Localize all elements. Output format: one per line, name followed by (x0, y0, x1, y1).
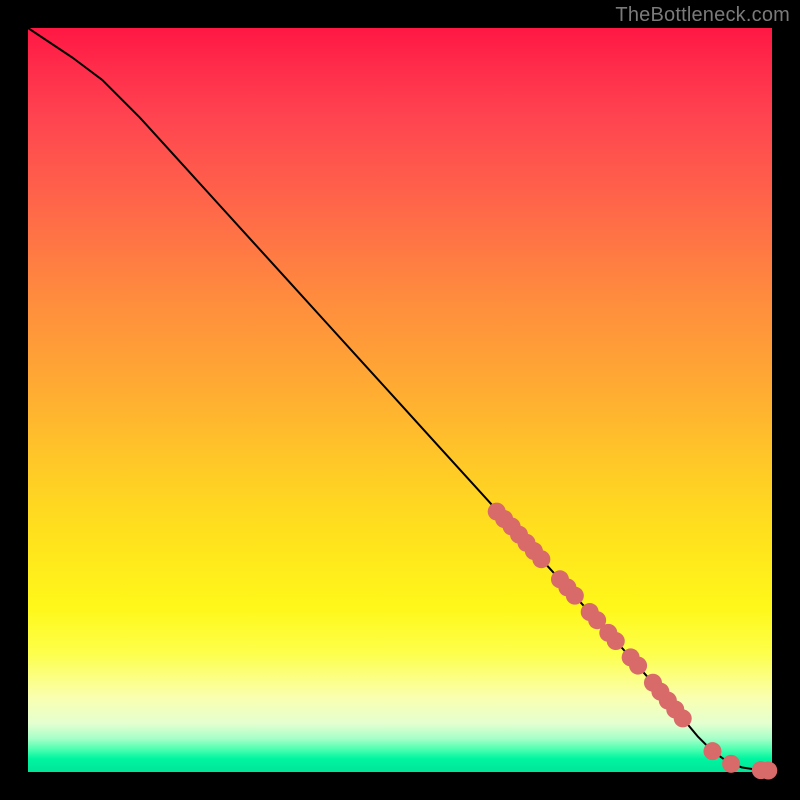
bottleneck-curve (28, 28, 772, 771)
curve-marker (566, 587, 584, 605)
curve-marker (532, 550, 550, 568)
curve-marker (703, 742, 721, 760)
curve-marker (759, 762, 777, 780)
curve-marker (722, 755, 740, 773)
curve-marker (607, 632, 625, 650)
curve-markers (488, 503, 778, 780)
curve-marker (674, 709, 692, 727)
curve-marker (629, 657, 647, 675)
chart-svg (28, 28, 772, 772)
watermark-text: TheBottleneck.com (615, 4, 790, 27)
